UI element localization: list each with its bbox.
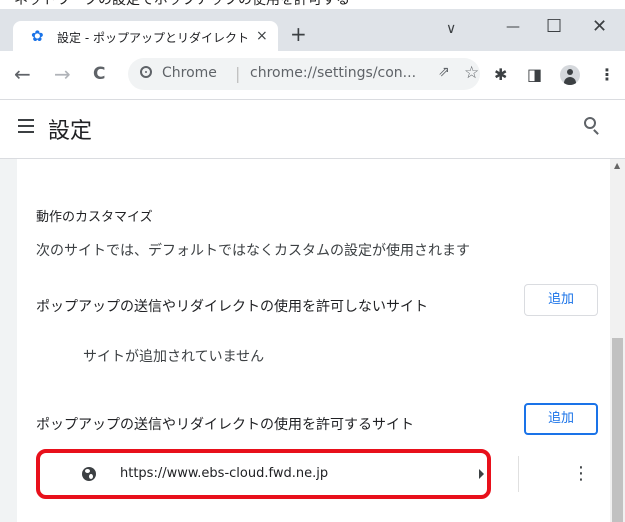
- maximize-button[interactable]: ☐: [546, 17, 562, 37]
- chrome-icon: [140, 66, 152, 78]
- share-icon[interactable]: ⇗: [438, 64, 450, 80]
- address-bar[interactable]: Chrome | chrome://settings/con... ⇗ ☆: [128, 58, 480, 90]
- background-text: ネットワークの設定でポップアップの使用を許可する: [14, 0, 350, 8]
- chrome-menu-icon[interactable]: ⋮: [599, 66, 615, 84]
- tab-close-button[interactable]: ×: [256, 28, 268, 44]
- bookmark-star-icon[interactable]: ☆: [464, 63, 479, 83]
- new-tab-button[interactable]: +: [290, 22, 307, 46]
- hamburger-menu-icon[interactable]: [18, 119, 34, 133]
- add-allowed-site-button[interactable]: 追加: [524, 403, 598, 435]
- settings-header: 設定: [0, 100, 625, 159]
- page-title: 設定: [48, 119, 93, 144]
- minimize-button[interactable]: —: [506, 17, 520, 37]
- allowed-site-url: https://www.ebs-cloud.fwd.ne.jp: [120, 466, 329, 481]
- profile-avatar[interactable]: [560, 65, 580, 85]
- tab-title: 設定 - ポップアップとリダイレクト: [57, 31, 249, 45]
- title-bar: ✿ 設定 - ポップアップとリダイレクト × + ∨ — ☐ ✕: [0, 9, 625, 51]
- block-list-label: ポップアップの送信やリダイレクトの使用を許可しないサイト: [36, 299, 428, 315]
- add-blocked-site-button[interactable]: 追加: [524, 284, 598, 316]
- browser-toolbar: ← → C Chrome | chrome://settings/con... …: [0, 51, 625, 100]
- address-site-label: Chrome: [162, 65, 217, 81]
- more-actions-icon[interactable]: ⋮: [572, 465, 590, 483]
- section-description: 次のサイトでは、デフォルトではなくカスタムの設定が使用されます: [36, 243, 470, 259]
- address-url: chrome://settings/con...: [250, 65, 417, 81]
- scroll-up-arrow-icon[interactable]: ▲: [614, 161, 620, 170]
- browser-window: ネットワークの設定でポップアップの使用を許可する ✿ 設定 - ポップアップとリ…: [0, 0, 625, 522]
- globe-icon: [82, 467, 96, 481]
- allow-list-label: ポップアップの送信やリダイレクトの使用を許可するサイト: [36, 417, 414, 433]
- reload-button[interactable]: C: [93, 63, 105, 85]
- back-button[interactable]: ←: [14, 63, 31, 85]
- tab-search-icon[interactable]: ∨: [446, 19, 456, 39]
- side-panel-icon[interactable]: ◨: [527, 66, 542, 84]
- extensions-icon[interactable]: ✱: [494, 66, 507, 84]
- scrollbar-thumb[interactable]: [612, 338, 623, 522]
- search-icon[interactable]: [584, 117, 596, 129]
- allowed-site-row[interactable]: https://www.ebs-cloud.fwd.ne.jp ⋮: [36, 450, 596, 500]
- address-separator: |: [235, 64, 241, 83]
- background-text-strip: ネットワークの設定でポップアップの使用を許可する: [0, 0, 625, 9]
- row-divider: [518, 456, 519, 492]
- gear-icon: ✿: [31, 27, 44, 45]
- close-window-button[interactable]: ✕: [592, 17, 607, 37]
- tab-settings[interactable]: ✿ 設定 - ポップアップとリダイレクト ×: [13, 21, 278, 51]
- forward-button[interactable]: →: [54, 63, 71, 85]
- section-title: 動作のカスタマイズ: [36, 210, 153, 225]
- block-list-empty-text: サイトが追加されていません: [83, 349, 265, 365]
- chevron-right-icon[interactable]: [479, 469, 484, 479]
